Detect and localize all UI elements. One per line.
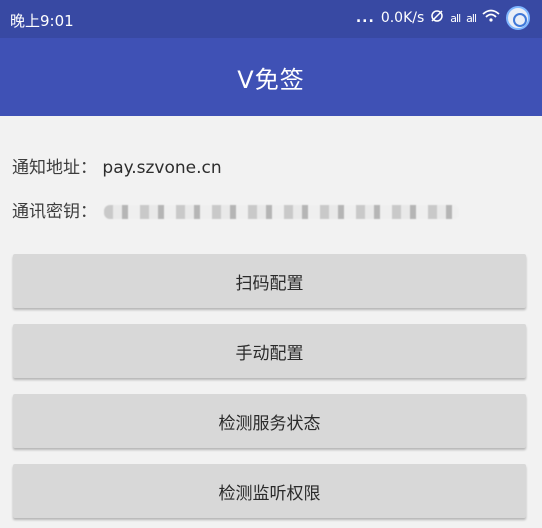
network-speed: 0.0K/s (380, 10, 425, 26)
status-bar: 晚上9:01 ... 0.0K/s all all (0, 0, 542, 38)
signal-strength-text-2: all (466, 11, 477, 25)
status-time: 晚上9:01 (10, 12, 74, 30)
secret-key-value-blurred (104, 205, 460, 219)
check-service-status-button[interactable]: 检测服务状态 (13, 394, 526, 448)
signal-strength-text: all (450, 11, 461, 25)
main-content: 通知地址： pay.szvone.cn 通讯密钥： 扫码配置 手动配置 检测服务… (0, 116, 542, 528)
alarm-off-icon (430, 9, 444, 27)
app-title: V免签 (237, 65, 305, 94)
app-bar: V免签 (0, 38, 542, 116)
check-listen-permission-button[interactable]: 检测监听权限 (13, 464, 526, 518)
status-icons: ... 0.0K/s all all (356, 6, 530, 30)
notify-address-value: pay.szvone.cn (102, 158, 222, 178)
floating-bubble-icon[interactable] (506, 6, 530, 30)
wifi-icon (482, 9, 500, 27)
notify-address-line: 通知地址： pay.szvone.cn (12, 153, 222, 178)
secret-key-label: 通讯密钥： (12, 202, 97, 222)
notify-address-label: 通知地址： (12, 158, 97, 178)
secret-key-line: 通讯密钥： (12, 197, 460, 222)
scan-config-button[interactable]: 扫码配置 (13, 254, 526, 308)
more-dots: ... (355, 10, 375, 26)
manual-config-button[interactable]: 手动配置 (13, 324, 526, 378)
